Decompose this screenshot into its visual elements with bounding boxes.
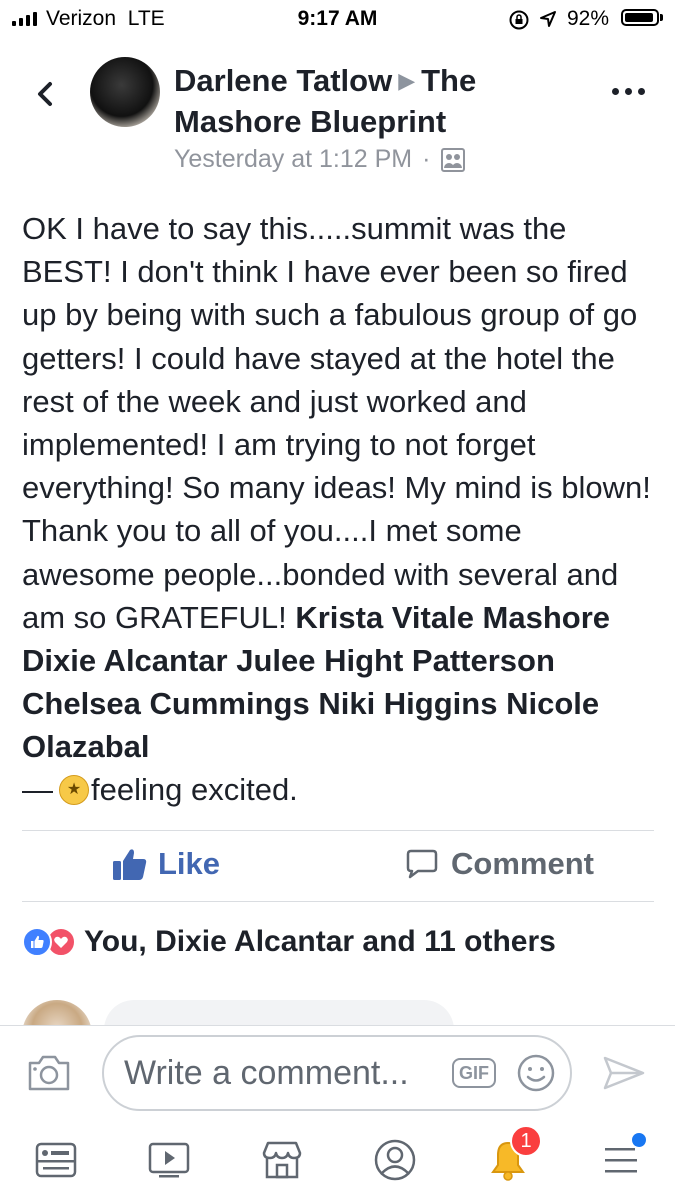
- tagged-person[interactable]: Chelsea Cummings: [22, 686, 310, 721]
- thumbs-up-icon: [113, 849, 147, 880]
- feeling-activity: — ★ feeling excited.: [22, 768, 298, 811]
- divider: [22, 830, 654, 831]
- battery-icon: [621, 9, 659, 26]
- tab-watch[interactable]: [139, 1130, 199, 1190]
- back-icon[interactable]: [26, 74, 66, 114]
- like-label: Like: [158, 846, 221, 881]
- status-bar: Verizon LTE 9:17 AM 92%: [0, 0, 675, 40]
- comment-button[interactable]: Comment: [405, 846, 594, 882]
- tagged-person[interactable]: Julee Hight Patterson: [236, 643, 555, 678]
- post-author-line: Darlene Tatlow ▶ The Mashore Blueprint: [174, 60, 594, 142]
- menu-update-dot: [632, 1133, 646, 1147]
- group-icon: [441, 147, 466, 172]
- notifications-badge: 1: [510, 1125, 542, 1157]
- speech-bubble-icon: [406, 849, 438, 879]
- emoji-icon[interactable]: [516, 1053, 556, 1093]
- reactions-text: You, Dixie Alcantar and 11 others: [84, 925, 556, 958]
- watch-icon: [148, 1142, 190, 1178]
- news-feed-icon: [35, 1142, 77, 1178]
- feeling-label: feeling excited.: [91, 772, 298, 807]
- author-name[interactable]: Darlene Tatlow: [174, 63, 392, 98]
- gif-icon[interactable]: GIF: [452, 1058, 496, 1088]
- tab-marketplace[interactable]: [252, 1130, 312, 1190]
- profile-icon: [374, 1139, 416, 1181]
- comment-input[interactable]: [102, 1035, 572, 1111]
- tab-news-feed[interactable]: [26, 1130, 86, 1190]
- orientation-lock-icon: [509, 10, 529, 30]
- post-meta: Yesterday at 1:12 PM ·: [174, 145, 466, 174]
- location-icon: [540, 11, 556, 27]
- feeling-dash: —: [22, 772, 53, 807]
- divider: [22, 901, 654, 902]
- comment-label: Comment: [451, 846, 594, 881]
- tab-profile[interactable]: [365, 1130, 425, 1190]
- excited-emoji-icon: ★: [59, 774, 89, 805]
- marketplace-icon: [262, 1141, 302, 1179]
- shared-to-arrow-icon: ▶: [398, 68, 416, 93]
- send-icon[interactable]: [602, 1053, 646, 1093]
- like-reaction-icon: [22, 927, 52, 957]
- like-button[interactable]: Like: [112, 846, 220, 882]
- reactions-summary[interactable]: You, Dixie Alcantar and 11 others: [22, 925, 556, 959]
- tagged-person[interactable]: Dixie Alcantar: [22, 643, 228, 678]
- author-avatar[interactable]: [90, 57, 160, 127]
- tagged-person[interactable]: Krista Vitale Mashore: [295, 600, 610, 635]
- more-options-icon[interactable]: [612, 88, 648, 98]
- tagged-person[interactable]: Niki Higgins: [318, 686, 497, 721]
- battery-tip: [660, 14, 663, 21]
- meta-separator: ·: [422, 145, 431, 173]
- post-message: OK I have to say this.....summit was the…: [22, 211, 651, 635]
- camera-icon[interactable]: [26, 1053, 72, 1093]
- battery-percent: 92%: [567, 7, 610, 30]
- post-text: OK I have to say this.....summit was the…: [22, 207, 662, 769]
- post-timestamp[interactable]: Yesterday at 1:12 PM: [174, 145, 412, 174]
- tab-bar: [0, 1130, 675, 1200]
